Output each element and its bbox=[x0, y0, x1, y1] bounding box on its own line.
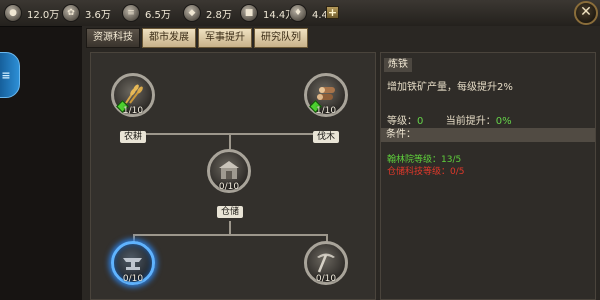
resource-iron: ■ 14.4万 bbox=[240, 4, 295, 22]
tech-title: 炼铁 bbox=[384, 58, 412, 72]
connector-line bbox=[229, 133, 231, 149]
add-resource-button[interactable]: + bbox=[326, 6, 339, 19]
resource-food-value: 3.6万 bbox=[85, 9, 111, 21]
tech-node-smelting[interactable]: 0/10 bbox=[111, 241, 155, 285]
resource-bar: ● 12.0万 ✿ 3.6万 ≡ 6.5万 ◆ 2.8万 ■ 14.4万 ♦ 4… bbox=[0, 0, 600, 27]
tech-node-farming[interactable]: 1/10 bbox=[111, 73, 155, 117]
tab-bar: 资源科技 都市发展 军事提升 研究队列 bbox=[86, 28, 310, 48]
tech-node-logging[interactable]: 1/10 bbox=[304, 73, 348, 117]
tech-node-level: 1/10 bbox=[122, 106, 144, 116]
tech-node-storage[interactable]: 0/10 bbox=[207, 149, 251, 193]
tech-node-mining[interactable]: 0/10 bbox=[304, 241, 348, 285]
resource-wood-value: 6.5万 bbox=[145, 9, 171, 21]
tab-resource-tech[interactable]: 资源科技 bbox=[86, 28, 140, 48]
level-label: 等级： bbox=[387, 116, 417, 127]
pickaxe-icon bbox=[317, 253, 335, 273]
connector-line bbox=[229, 221, 231, 235]
tech-tree-panel[interactable]: 1/10 农耕 1/10 伐木 0/10 仓储 0/10 0/10 bbox=[90, 52, 376, 300]
resource-wood: ≡ 6.5万 bbox=[122, 4, 171, 22]
condition-unmet: 仓储科技等级：0/5 bbox=[387, 167, 465, 177]
grain-icon: ✿ bbox=[62, 4, 80, 22]
level-value: 0 bbox=[417, 116, 424, 127]
tech-level-row: 等级：0 当前提升：0% bbox=[387, 112, 512, 127]
resource-stone: ◆ 2.8万 bbox=[183, 4, 232, 22]
coin-icon: ● bbox=[4, 4, 22, 22]
wood-icon: ≡ bbox=[122, 4, 140, 22]
tab-research-queue[interactable]: 研究队列 bbox=[254, 28, 308, 48]
stone-icon: ◆ bbox=[183, 4, 201, 22]
tech-node-level: 0/10 bbox=[122, 274, 144, 284]
menu-icon: ≡ bbox=[1, 68, 11, 82]
resource-food: ✿ 3.6万 bbox=[62, 4, 111, 22]
tab-city-development[interactable]: 都市发展 bbox=[142, 28, 196, 48]
iron-icon: ■ bbox=[240, 4, 258, 22]
connector-line bbox=[133, 234, 327, 236]
close-icon: ✕ bbox=[580, 4, 592, 20]
tech-node-level: 1/10 bbox=[315, 106, 337, 116]
resource-gold: ● 12.0万 bbox=[4, 4, 59, 22]
resource-stone-value: 2.8万 bbox=[206, 9, 232, 21]
tech-node-label: 农耕 bbox=[119, 131, 147, 143]
side-menu-tab[interactable]: ≡ bbox=[0, 52, 20, 98]
tech-node-level: 0/10 bbox=[218, 182, 240, 192]
boost-label: 当前提升： bbox=[445, 116, 496, 127]
anvil-icon bbox=[123, 258, 142, 270]
gem-icon: ♦ bbox=[289, 4, 307, 22]
tech-node-level: 0/10 bbox=[315, 274, 337, 284]
tech-description: 增加铁矿产量，每级提升2% bbox=[387, 82, 513, 93]
tech-node-label: 伐木 bbox=[312, 131, 340, 143]
tech-node-label: 仓储 bbox=[216, 206, 244, 218]
conditions-header: 条件： bbox=[381, 128, 595, 142]
close-button[interactable]: ✕ bbox=[574, 1, 598, 25]
warehouse-icon bbox=[219, 161, 239, 179]
boost-value: 0% bbox=[495, 116, 512, 127]
tab-military-upgrade[interactable]: 军事提升 bbox=[198, 28, 252, 48]
resource-gold-value: 12.0万 bbox=[27, 9, 60, 21]
